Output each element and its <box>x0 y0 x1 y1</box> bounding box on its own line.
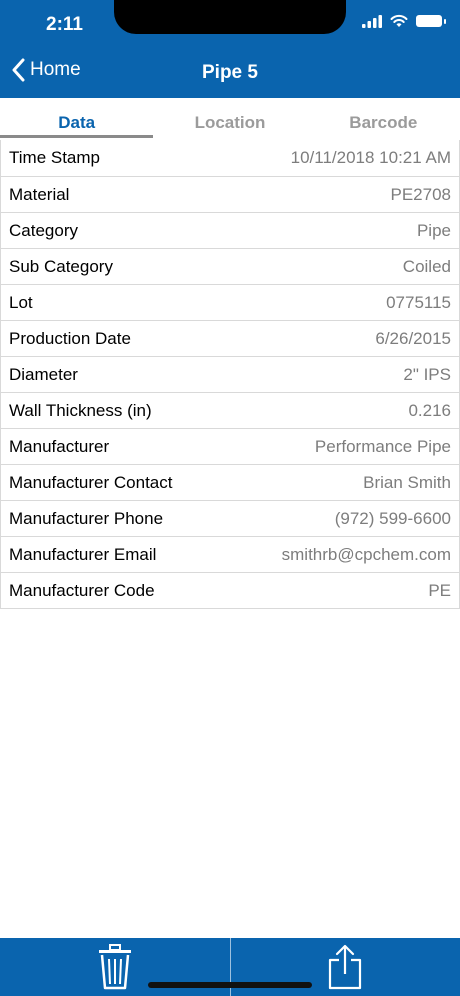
row-label: Diameter <box>9 364 78 384</box>
row-value: 6/26/2015 <box>375 328 451 348</box>
row-value: 10/11/2018 10:21 AM <box>290 148 451 167</box>
table-row: Time Stamp 10/11/2018 10:21 AM <box>0 140 460 176</box>
row-label: Wall Thickness (in) <box>9 400 152 420</box>
row-label: Production Date <box>9 328 131 348</box>
row-value: Performance Pipe <box>314 436 451 456</box>
table-row: Lot 0775115 <box>0 284 460 320</box>
screen: 2:11 Home Pipe 5 Data Location Barcode T… <box>0 0 460 996</box>
table-row: Category Pipe <box>0 212 460 248</box>
table-row: Wall Thickness (in) 0.216 <box>0 392 460 428</box>
row-label: Manufacturer Code <box>9 580 155 600</box>
signal-icon <box>362 14 382 28</box>
share-icon <box>329 944 362 990</box>
row-label: Manufacturer <box>9 436 110 456</box>
home-indicator[interactable] <box>148 982 312 988</box>
device-notch <box>114 0 346 34</box>
tab-data[interactable]: Data <box>0 98 154 140</box>
row-label: Material <box>9 184 70 204</box>
table-row: Sub Category Coiled <box>0 248 460 284</box>
tab-bar: Data Location Barcode <box>0 98 460 140</box>
tab-location[interactable]: Location <box>153 98 306 140</box>
row-label: Lot <box>9 292 33 312</box>
back-button-label: Home <box>30 59 81 80</box>
tab-barcode[interactable]: Barcode <box>307 98 460 140</box>
row-label: Manufacturer Contact <box>9 472 173 492</box>
trash-icon <box>98 944 131 990</box>
row-value: 2" IPS <box>403 364 451 384</box>
table-row: Production Date 6/26/2015 <box>0 320 460 356</box>
data-table: Time Stamp 10/11/2018 10:21 AM Material … <box>0 140 460 609</box>
status-icons <box>362 14 446 28</box>
wifi-icon <box>390 14 408 27</box>
table-row: Manufacturer Phone (972) 599-6600 <box>0 500 460 536</box>
row-value: Brian Smith <box>363 472 451 492</box>
table-row: Material PE2708 <box>0 176 460 212</box>
chevron-left-icon <box>12 58 25 82</box>
back-button[interactable]: Home <box>12 58 81 82</box>
battery-icon <box>416 15 446 27</box>
row-value: (972) 599-6600 <box>334 508 451 528</box>
status-time: 2:11 <box>46 14 83 35</box>
row-value: 0.216 <box>408 400 451 420</box>
table-row: Manufacturer Performance Pipe <box>0 428 460 464</box>
row-value: PE <box>428 580 451 600</box>
row-label: Sub Category <box>9 256 113 276</box>
row-label: Manufacturer Email <box>9 544 157 564</box>
table-row: Manufacturer Contact Brian Smith <box>0 464 460 500</box>
table-row: Diameter 2" IPS <box>0 356 460 392</box>
navigation-header: 2:11 Home Pipe 5 <box>0 0 460 98</box>
row-value: smithrb@cpchem.com <box>281 544 451 564</box>
row-value: PE2708 <box>390 184 452 204</box>
row-value: Coiled <box>402 256 451 276</box>
row-label: Time Stamp <box>9 148 101 167</box>
row-label: Category <box>9 220 78 240</box>
table-row: Manufacturer Email smithrb@cpchem.com <box>0 536 460 572</box>
row-value: 0775115 <box>386 292 451 312</box>
row-value: Pipe <box>416 220 451 240</box>
row-label: Manufacturer Phone <box>9 508 164 528</box>
table-row: Manufacturer Code PE <box>0 572 460 609</box>
